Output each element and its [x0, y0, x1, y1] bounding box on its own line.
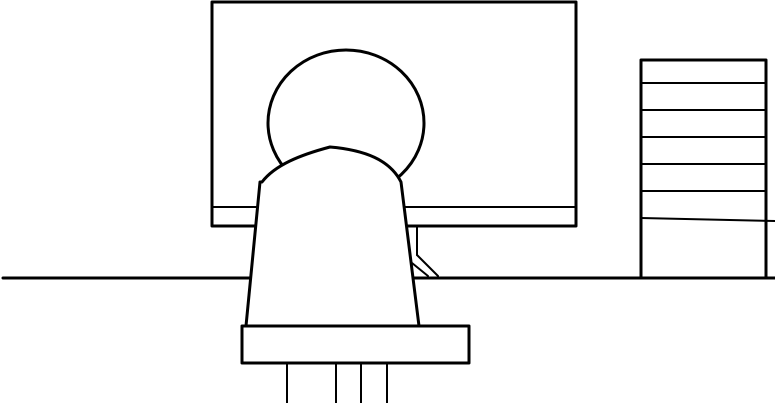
chair-seat — [240, 324, 471, 365]
drawing-canvas — [0, 0, 775, 403]
bookshelf — [639, 58, 775, 280]
chair-back — [244, 145, 421, 328]
scene-svg — [1, 0, 775, 403]
chair-legs — [286, 362, 388, 403]
monitor-stand — [411, 225, 439, 277]
